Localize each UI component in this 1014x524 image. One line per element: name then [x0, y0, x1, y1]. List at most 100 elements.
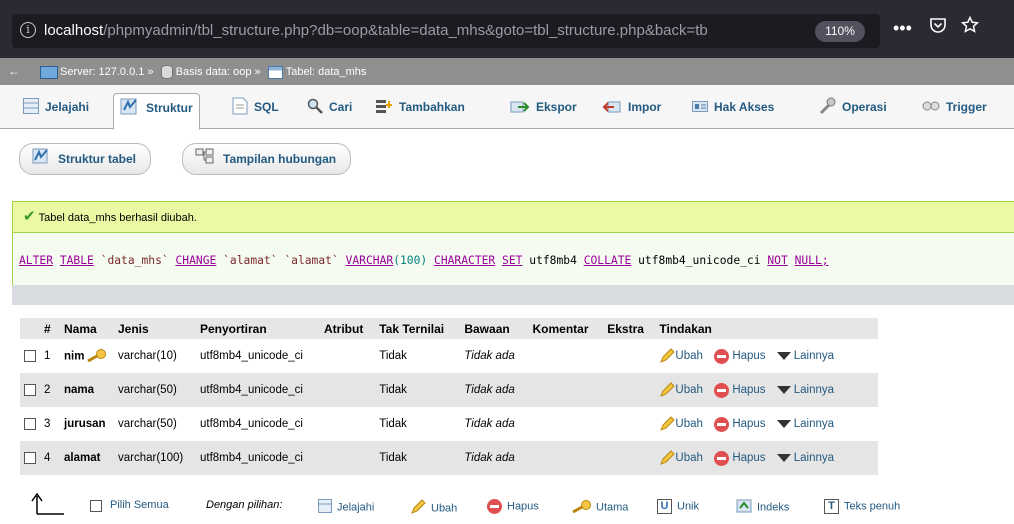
breadcrumb-table[interactable]: Tabel: data_mhs [286, 66, 367, 78]
sql-keyword[interactable]: NULL; [795, 254, 829, 267]
sql-identifier: `alamat` [223, 254, 278, 267]
pocket-icon[interactable] [929, 16, 947, 39]
column-type: varchar(50) [114, 407, 196, 441]
bulk-browse-button[interactable]: Jelajahi [318, 499, 374, 516]
tab-sql[interactable]: SQL [232, 93, 279, 129]
unique-icon: U [657, 499, 672, 514]
drop-label: Hapus [732, 350, 766, 363]
more-label: Lainnya [793, 350, 835, 363]
success-text: Tabel data_mhs berhasil diubah. [38, 212, 197, 224]
sql-keyword[interactable]: VARCHAR [346, 254, 394, 267]
column-default: Tidak ada [460, 407, 529, 441]
structure-table-button[interactable]: Struktur tabel [19, 143, 152, 175]
edit-link[interactable]: Ubah [659, 348, 703, 363]
info-icon[interactable]: i [20, 22, 36, 38]
wrench-icon [818, 97, 836, 118]
sql-keyword[interactable]: NOT [767, 254, 787, 267]
breadcrumb-database[interactable]: Basis data: oop » [176, 66, 261, 78]
server-icon [40, 65, 58, 79]
edit-label: Ubah [675, 418, 703, 431]
column-extra [603, 339, 656, 373]
column-null: Tidak [375, 373, 461, 407]
more-label: Lainnya [793, 452, 835, 465]
more-link[interactable]: Lainnya [776, 350, 835, 363]
sql-keyword[interactable]: CHARACTER [434, 254, 495, 267]
column-name: nama [60, 373, 114, 407]
bulk-index-label: Indeks [757, 501, 790, 514]
sql-keyword[interactable]: COLLATE [584, 254, 632, 267]
header-collation[interactable]: Penyortiran [196, 318, 320, 339]
bulk-unique-button[interactable]: U Unik [657, 499, 699, 514]
more-actions-icon[interactable]: ••• [893, 18, 912, 39]
drop-link[interactable]: Hapus [714, 416, 766, 432]
insert-icon [375, 98, 393, 117]
tab-operations-label: Operasi [842, 100, 887, 114]
bookmark-star-icon[interactable] [960, 15, 980, 39]
tab-operations[interactable]: Operasi [818, 93, 887, 129]
sql-keyword[interactable]: CHANGE [175, 254, 216, 267]
tab-structure[interactable]: Struktur [113, 93, 200, 130]
bulk-primary-button[interactable]: Utama [571, 499, 628, 516]
header-action: Tindakan [655, 318, 878, 339]
back-arrow-icon[interactable]: ← [8, 64, 20, 78]
zoom-badge[interactable]: 110% [815, 21, 865, 42]
header-default[interactable]: Bawaan [460, 318, 529, 339]
tab-import[interactable]: Impor [602, 93, 661, 129]
bulk-index-button[interactable]: Indeks [736, 499, 789, 516]
delete-icon [714, 450, 730, 466]
bulk-drop-button[interactable]: Hapus [487, 499, 539, 514]
browse-icon [23, 97, 39, 117]
tab-privileges[interactable]: Hak Akses [692, 93, 774, 129]
bulk-fulltext-button[interactable]: T Teks penuh [824, 499, 900, 514]
column-name-cell: nim [60, 339, 114, 373]
tab-triggers[interactable]: Trigger [922, 93, 987, 129]
column-null: Tidak [375, 407, 461, 441]
tab-insert[interactable]: Tambahkan [375, 93, 465, 129]
edit-link[interactable]: Ubah [659, 382, 703, 397]
bulk-unique-label: Unik [677, 500, 700, 513]
tab-browse[interactable]: Jelajahi [23, 93, 89, 129]
edit-link[interactable]: Ubah [659, 450, 703, 465]
sql-keyword[interactable]: SET [502, 254, 522, 267]
row-checkbox[interactable] [24, 349, 36, 362]
relation-view-button[interactable]: Tampilan hubungan [182, 143, 352, 175]
bulk-change-button[interactable]: Ubah [410, 499, 457, 518]
structure-icon [120, 98, 140, 119]
drop-link[interactable]: Hapus [714, 450, 766, 466]
more-link[interactable]: Lainnya [776, 452, 835, 465]
row-checkbox[interactable] [24, 451, 36, 464]
structure-icon [32, 145, 50, 175]
tab-search[interactable]: Cari [307, 93, 352, 129]
privileges-icon [692, 99, 708, 116]
breadcrumb-server[interactable]: Server: 127.0.0.1 » [60, 66, 154, 78]
header-extra[interactable]: Ekstra [603, 318, 656, 339]
table-header-row: # Nama Jenis Penyortiran Atribut Tak Ter… [20, 318, 878, 339]
tab-export-label: Ekspor [536, 100, 577, 114]
header-name[interactable]: Nama [60, 318, 114, 339]
sql-number: (100) [393, 254, 428, 267]
tab-sql-label: SQL [254, 100, 279, 114]
more-link[interactable]: Lainnya [776, 418, 834, 430]
tab-export[interactable]: Ekspor [510, 93, 577, 129]
check-all-label[interactable]: Pilih Semua [110, 499, 169, 511]
tab-browse-label: Jelajahi [45, 100, 90, 114]
url-path: /phpmyadmin/tbl_structure.php?db=oop&tab… [103, 22, 708, 39]
sql-keyword[interactable]: TABLE [60, 254, 94, 267]
more-link[interactable]: Lainnya [776, 384, 834, 396]
column-attributes [320, 339, 376, 373]
table-row: 2 nama varchar(50) utf8mb4_unicode_ci Ti… [20, 373, 878, 407]
drop-link[interactable]: Hapus [714, 382, 766, 398]
header-type[interactable]: Jenis [114, 318, 196, 339]
sql-keyword[interactable]: ALTER [19, 254, 53, 267]
pencil-icon [410, 499, 426, 518]
row-checkbox[interactable] [24, 417, 36, 430]
edit-link[interactable]: Ubah [659, 416, 703, 431]
bulk-action-bar: Pilih Semua Dengan pilihan: Jelajahi Uba… [0, 490, 1014, 524]
url-text[interactable]: localhost/phpmyadmin/tbl_structure.php?d… [44, 22, 796, 39]
header-attributes[interactable]: Atribut [320, 318, 376, 339]
header-comments[interactable]: Komentar [528, 318, 604, 339]
drop-link[interactable]: Hapus [714, 348, 766, 364]
check-all-checkbox[interactable] [90, 500, 102, 513]
row-checkbox[interactable] [24, 383, 36, 396]
header-null[interactable]: Tak Ternilai [375, 318, 461, 339]
